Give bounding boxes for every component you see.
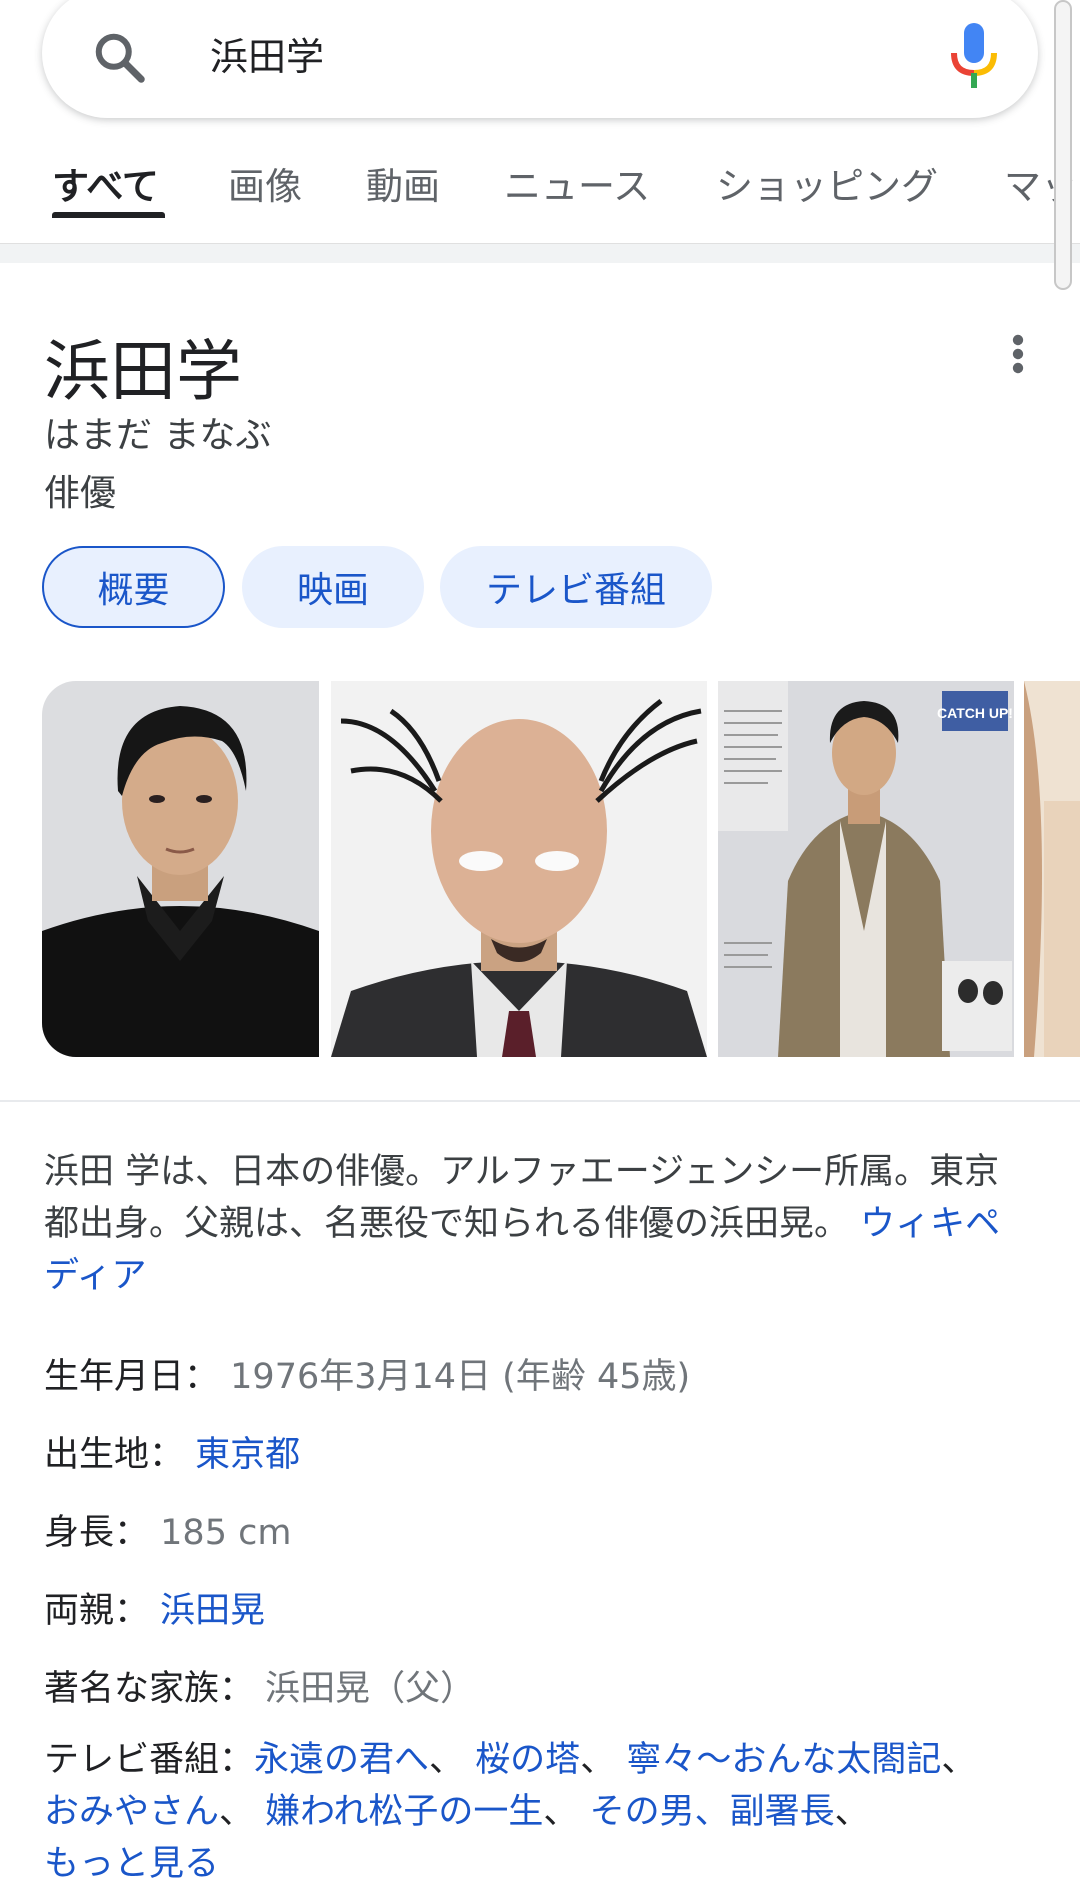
fact-height: 身長： 185 cm <box>44 1504 291 1555</box>
fact-family-value: 浜田晃（父） <box>265 1669 476 1709</box>
fact-parents-label: 両親： <box>44 1591 150 1631</box>
tv-show-link[interactable]: その男、副署長 <box>590 1792 835 1832</box>
fact-family-label: 著名な家族： <box>44 1669 255 1709</box>
entity-reading: はまだ まなぶ <box>44 415 272 456</box>
tv-show-link[interactable]: 寧々〜おんな太閤記 <box>626 1740 941 1780</box>
search-icon[interactable] <box>90 28 150 88</box>
tv-show-link[interactable]: 桜の塔 <box>475 1740 580 1780</box>
photo-4[interactable] <box>1024 681 1080 1057</box>
fact-tv-shows: テレビ番組：永遠の君へ、 桜の塔、 寧々〜おんな太閤記、 おみやさん、 嫌われ松子… <box>44 1740 977 1884</box>
fact-height-label: 身長： <box>44 1513 150 1553</box>
entity-description: 浜田 学は、日本の俳優。アルファエージェンシー所属。東京都出身。父親は、名悪役で… <box>44 1146 1034 1302</box>
top-header: 浜田学 すべて 画像 動画 ニュース ショッピング マッ <box>0 0 1080 250</box>
scrollbar[interactable] <box>1054 0 1072 290</box>
search-query[interactable]: 浜田学 <box>210 26 324 81</box>
description-text: 浜田 学は、日本の俳優。アルファエージェンシー所属。東京都出身。父親は、名悪役で… <box>44 1152 1000 1244</box>
tab-videos[interactable]: 動画 <box>366 156 440 210</box>
fact-family: 著名な家族： 浜田晃（父） <box>44 1660 475 1711</box>
more-vert-icon[interactable] <box>1006 334 1030 374</box>
fact-birth-label: 生年月日： <box>44 1357 220 1397</box>
mic-icon[interactable] <box>944 18 1004 98</box>
fact-birth-value: 1976年3月14日 (年齢 45歳) <box>230 1357 691 1397</box>
fact-birthplace-link[interactable]: 東京都 <box>195 1435 300 1475</box>
tv-more-link[interactable]: もっと見る <box>44 1844 219 1884</box>
active-tab-indicator <box>52 212 165 218</box>
tv-show-link[interactable]: おみやさん <box>44 1792 219 1832</box>
search-tabs: すべて 画像 動画 ニュース ショッピング マッ <box>0 150 1080 220</box>
photo-3[interactable]: CATCH UP! <box>718 681 1014 1057</box>
chip-tv-shows[interactable]: テレビ番組 <box>440 546 712 628</box>
fact-parents: 両親： 浜田晃 <box>44 1582 265 1633</box>
fact-tv-label: テレビ番組： <box>44 1740 255 1780</box>
photo-1[interactable] <box>42 681 319 1057</box>
fact-birthplace: 出生地： 東京都 <box>44 1426 300 1477</box>
fact-birthplace-label: 出生地： <box>44 1435 185 1475</box>
fact-height-value: 185 cm <box>160 1513 292 1553</box>
photo-2[interactable] <box>331 681 707 1057</box>
entity-title: 浜田学 <box>44 333 242 410</box>
chip-movies[interactable]: 映画 <box>242 546 424 628</box>
tab-images[interactable]: 画像 <box>228 156 302 210</box>
fact-birth: 生年月日： 1976年3月14日 (年齢 45歳) <box>44 1348 690 1399</box>
fact-parents-link[interactable]: 浜田晃 <box>160 1591 265 1631</box>
tab-news[interactable]: ニュース <box>504 156 650 210</box>
tab-shopping[interactable]: ショッピング <box>716 156 938 210</box>
magazine-title: CATCH UP! <box>937 705 1013 721</box>
section-divider <box>0 1100 1080 1102</box>
tv-show-link[interactable]: 嫌われ松子の一生 <box>265 1792 543 1832</box>
entity-subtitle: 俳優 <box>44 473 117 514</box>
search-bar[interactable]: 浜田学 <box>42 0 1038 118</box>
header-separator <box>0 243 1080 263</box>
chip-overview[interactable]: 概要 <box>42 546 225 628</box>
tv-show-link[interactable]: 永遠の君へ <box>254 1740 429 1780</box>
tab-all[interactable]: すべて <box>52 156 159 210</box>
